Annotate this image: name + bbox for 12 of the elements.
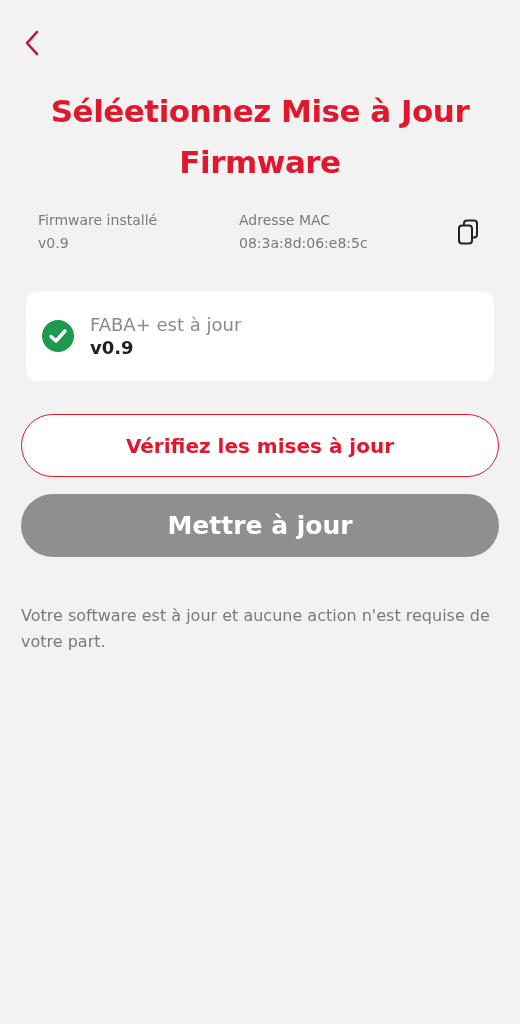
status-note: Votre software est à jour et aucune action n'est requise de votre part.	[21, 605, 491, 653]
check-updates-button[interactable]: Vérifiez les mises à jour	[21, 414, 499, 477]
back-icon	[24, 30, 40, 56]
page-title: Séléetionnez Mise à Jour Firmware	[49, 92, 471, 182]
info-label: Adresse MAC	[239, 211, 332, 230]
info-label: Firmware installé	[38, 211, 159, 230]
info-value: 08:3a:8d:06:e8:5c	[239, 234, 369, 253]
check-icon	[42, 320, 74, 352]
status-message: FABA+ est à jour	[90, 314, 242, 335]
info-value: v0.9	[38, 234, 70, 253]
status-version: v0.9	[90, 337, 135, 358]
copy-icon[interactable]	[457, 218, 479, 245]
